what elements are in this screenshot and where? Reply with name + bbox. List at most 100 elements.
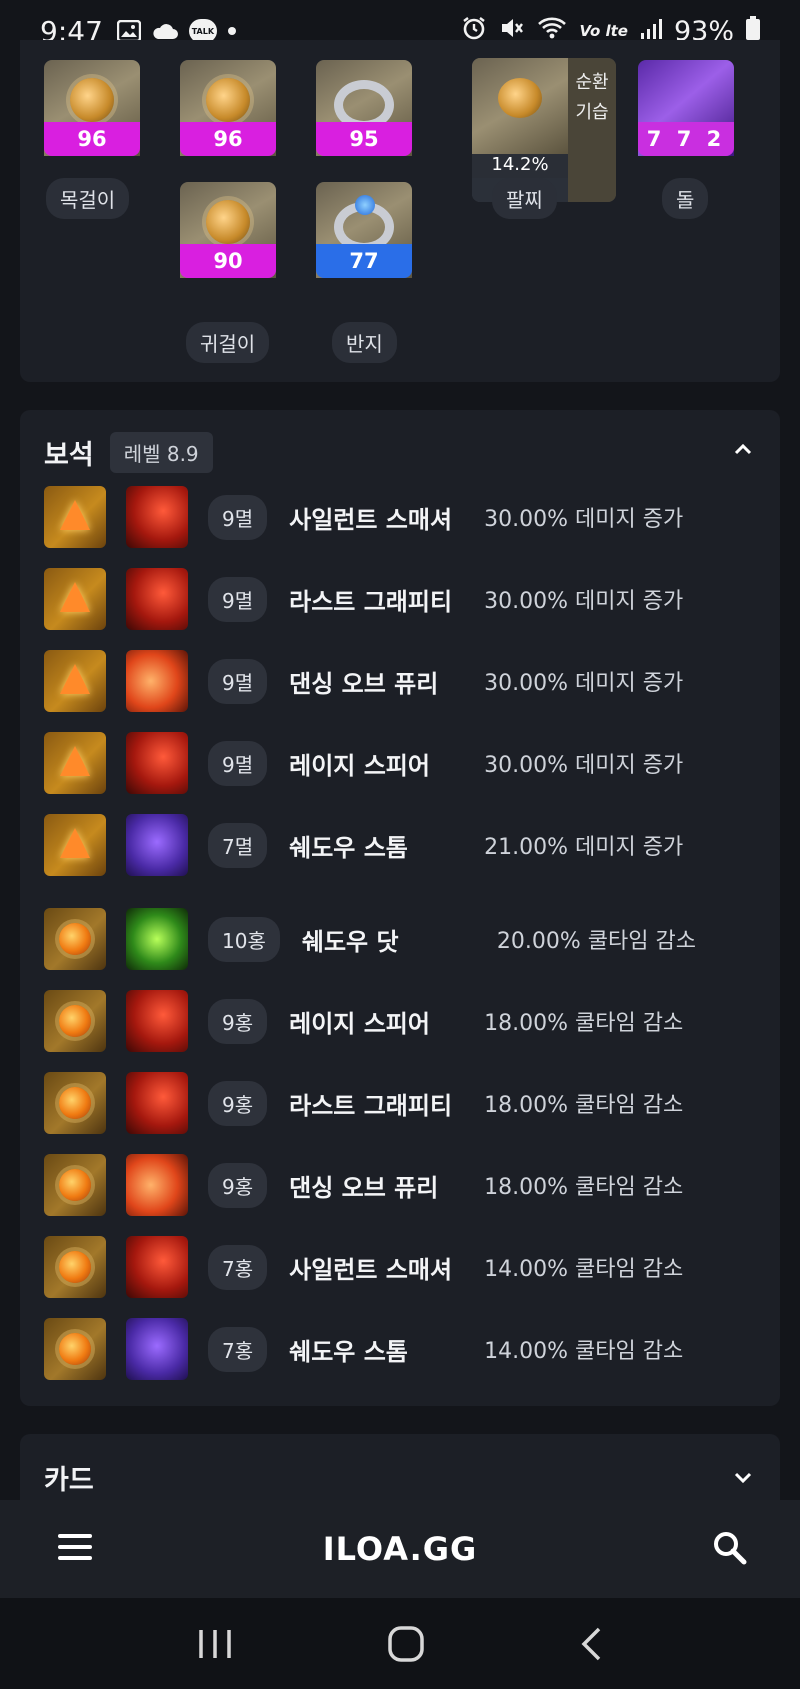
search-icon[interactable] [712, 1530, 748, 1566]
damage-gem-icon [44, 732, 106, 794]
cooldown-gem-icon [44, 990, 106, 1052]
gem-level-badge: 9홍 [208, 1080, 268, 1126]
damage-gem-icon [44, 814, 106, 876]
gem-row[interactable]: 9홍 댄싱 오브 퓨리 18.00% 쿨타임 감소 [44, 1154, 744, 1216]
gem-effect: 30.00% 데미지 증가 [484, 589, 684, 614]
skill-name: 라스트 그래피티 [289, 587, 453, 616]
skill-name: 댄싱 오브 퓨리 [289, 669, 439, 698]
accessories-card: 96 96 95 14.2% 신 특 순환 기습 7 7 2 목걸이 팔찌 돌 … [20, 40, 780, 382]
volte-icon: Vo lte [579, 22, 628, 40]
gem-level-badge: 9멸 [208, 576, 268, 622]
bracelet-effect-1: 순환 [575, 72, 609, 93]
gem-effect: 14.00% 쿨타임 감소 [484, 1339, 684, 1364]
skill-icon [126, 814, 188, 876]
cloud-icon [151, 21, 179, 41]
bracelet-effect-2: 기습 [575, 102, 609, 123]
gem-effect: 30.00% 데미지 증가 [484, 671, 684, 696]
gem-row[interactable]: 7홍 쉐도우 스톰 14.00% 쿨타임 감소 [44, 1318, 744, 1380]
gem-effect: 20.00% 쿨타임 감소 [496, 929, 696, 954]
damage-gem-icon [44, 486, 106, 548]
gem-row[interactable]: 10홍 쉐도우 닷 20.00% 쿨타임 감소 [44, 908, 744, 970]
skill-icon [126, 486, 188, 548]
skill-icon [126, 1072, 188, 1134]
skill-icon [126, 1154, 188, 1216]
earring-top-item[interactable]: 96 [180, 60, 276, 156]
quality-value: 96 [180, 122, 276, 156]
gem-row[interactable]: 9멸 라스트 그래피티 30.00% 데미지 증가 [44, 568, 744, 630]
gem-effect: 30.00% 데미지 증가 [484, 507, 684, 532]
skill-name: 레이지 스피어 [289, 751, 430, 780]
skill-name: 사일런트 스매셔 [289, 1255, 453, 1284]
stone-item[interactable]: 7 7 2 [638, 60, 734, 156]
bracelet-percent: 14.2% [472, 154, 568, 178]
skill-icon [126, 568, 188, 630]
gem-row[interactable]: 7홍 사일런트 스매셔 14.00% 쿨타임 감소 [44, 1236, 744, 1298]
site-logo[interactable]: ILOA.GG [323, 1530, 478, 1568]
gems-level-badge: 레벨 8.9 [109, 432, 213, 473]
ring-label: 반지 [332, 322, 397, 363]
gem-row[interactable]: 9홍 레이지 스피어 18.00% 쿨타임 감소 [44, 990, 744, 1052]
gem-level-badge: 9멸 [208, 494, 268, 540]
gem-row[interactable]: 7멸 쉐도우 스톰 21.00% 데미지 증가 [44, 814, 744, 876]
chevron-down-icon[interactable] [732, 1466, 754, 1488]
system-nav-bar [0, 1598, 800, 1689]
earring-item[interactable]: 90 [180, 182, 276, 278]
gem-row[interactable]: 9멸 댄싱 오브 퓨리 30.00% 데미지 증가 [44, 650, 744, 712]
skill-name: 사일런트 스매셔 [289, 505, 453, 534]
cooldown-gem-icon [44, 1072, 106, 1134]
cards-title: 카드 [44, 1465, 94, 1496]
cooldown-gem-icon [44, 908, 106, 970]
gem-level-badge: 7멸 [208, 822, 268, 868]
skill-name: 댄싱 오브 퓨리 [289, 1173, 439, 1202]
gem-level-badge: 9멸 [208, 658, 268, 704]
site-nav-bar: ILOA.GG [0, 1500, 800, 1598]
skill-icon [126, 1318, 188, 1380]
gem-level-badge: 9멸 [208, 740, 268, 786]
gem-level-badge: 10홍 [208, 916, 280, 962]
stone-label: 돌 [662, 178, 709, 219]
home-icon[interactable] [387, 1625, 425, 1663]
skill-icon [126, 1236, 188, 1298]
gem-row[interactable]: 9멸 사일런트 스매셔 30.00% 데미지 증가 [44, 486, 744, 548]
gem-level-badge: 7홍 [208, 1326, 268, 1372]
skill-name: 쉐도우 스톰 [289, 833, 408, 862]
necklace-label: 목걸이 [46, 178, 130, 219]
gems-card: 보석 레벨 8.9 9멸 사일런트 스매셔 30.00% 데미지 증가 9멸 라스트 그… [20, 410, 780, 1406]
earring-label: 귀걸이 [186, 322, 270, 363]
gem-row[interactable]: 9멸 레이지 스피어 30.00% 데미지 증가 [44, 732, 744, 794]
quality-value: 95 [316, 122, 412, 156]
gem-effect: 21.00% 데미지 증가 [484, 835, 684, 860]
skill-icon [126, 732, 188, 794]
skill-name: 레이지 스피어 [289, 1009, 430, 1038]
back-icon[interactable] [579, 1626, 603, 1662]
skill-icon [126, 650, 188, 712]
gem-effect: 14.00% 쿨타임 감소 [484, 1257, 684, 1282]
gem-effect: 18.00% 쿨타임 감소 [484, 1093, 684, 1118]
cooldown-gem-icon [44, 1318, 106, 1380]
damage-gem-icon [44, 568, 106, 630]
gem-level-badge: 9홍 [208, 1162, 268, 1208]
quality-value: 90 [180, 244, 276, 278]
damage-gem-icon [44, 650, 106, 712]
skill-name: 라스트 그래피티 [289, 1091, 453, 1120]
gem-effect: 18.00% 쿨타임 감소 [484, 1175, 684, 1200]
gem-row[interactable]: 9홍 라스트 그래피티 18.00% 쿨타임 감소 [44, 1072, 744, 1134]
cooldown-gem-icon [44, 1154, 106, 1216]
gem-level-badge: 9홍 [208, 998, 268, 1044]
chevron-up-icon[interactable] [732, 438, 754, 460]
gem-effect: 18.00% 쿨타임 감소 [484, 1011, 684, 1036]
gallery-icon [116, 20, 141, 42]
quality-value: 77 [316, 244, 412, 278]
gem-effect: 30.00% 데미지 증가 [484, 753, 684, 778]
menu-icon[interactable] [58, 1534, 92, 1562]
bracelet-label: 팔찌 [492, 178, 557, 219]
necklace-item[interactable]: 96 [44, 60, 140, 156]
bracelet-icon [472, 58, 568, 154]
ring-top-item[interactable]: 95 [316, 60, 412, 156]
bracelet-effects: 순환 기습 [568, 58, 616, 202]
recent-apps-icon[interactable] [197, 1628, 233, 1660]
ring-item[interactable]: 77 [316, 182, 412, 278]
skill-icon [126, 990, 188, 1052]
skill-icon [126, 908, 188, 970]
gems-header: 보석 레벨 8.9 [44, 432, 213, 473]
